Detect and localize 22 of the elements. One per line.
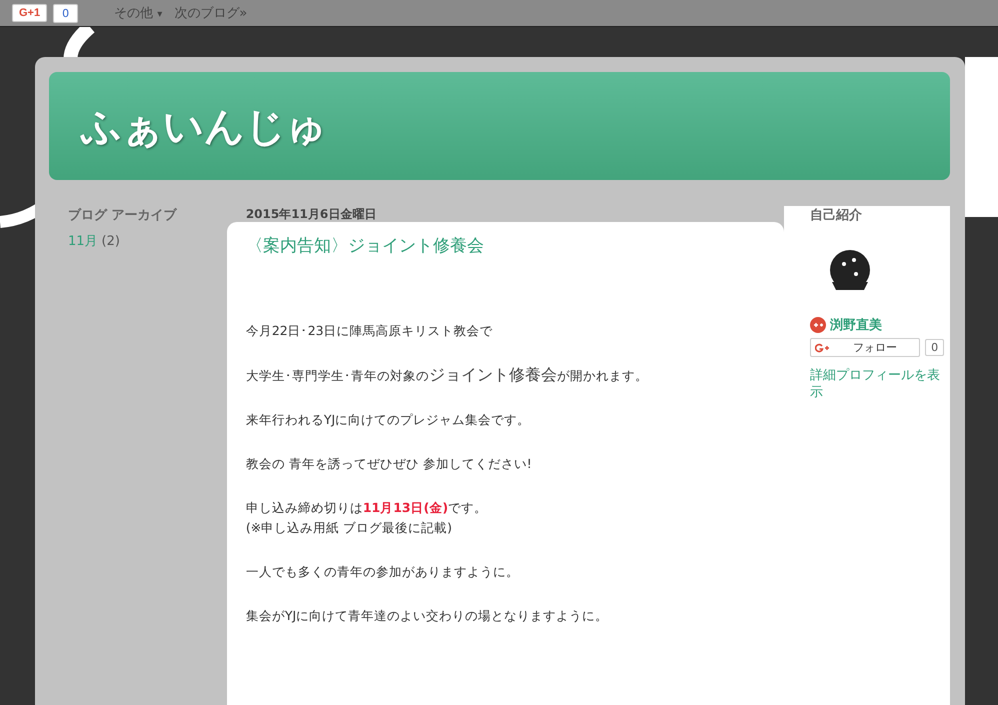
- google-plus-one-button[interactable]: G+1: [12, 4, 48, 22]
- follow-button[interactable]: フォロー: [810, 338, 920, 357]
- next-blog-link[interactable]: 次のブログ»: [174, 4, 248, 22]
- more-menu[interactable]: その他 ▾: [114, 4, 162, 22]
- post-paragraph: 教会の 青年を誘ってぜひぜひ 参加してください!: [246, 455, 533, 473]
- post-paragraph: 大学生･専門学生･青年の対象のジョイント修養会が開かれます。: [246, 365, 649, 386]
- sidebar-heading: ブログ アーカイブ: [68, 206, 178, 224]
- blog-title[interactable]: ふぁいんじゅ: [81, 98, 327, 154]
- post-title[interactable]: 〈案内告知〉ジョイント修養会: [246, 234, 764, 257]
- archive-count: (2): [102, 234, 120, 249]
- sidebar-heading: 自己紹介: [810, 207, 864, 224]
- profile-name-link[interactable]: 渕野直美: [830, 316, 882, 334]
- archive-month-link[interactable]: 11月: [68, 234, 98, 249]
- post-paragraph: 申し込み締め切りは11月13日(金)です。 (※申し込み用紙 ブログ最後に記載): [246, 499, 488, 537]
- post-paragraph: 集会がYJに向けて青年達のよい交わりの場となりますように。: [246, 607, 610, 625]
- post-paragraph: 来年行われるYJに向けてのプレジャム集会です。: [246, 411, 532, 429]
- view-profile-link[interactable]: 詳細プロフィールを表示: [810, 367, 950, 401]
- plus-one-count: 0: [53, 4, 78, 22]
- post-paragraph: 今月22日･23日に陣馬高原キリスト教会で: [246, 322, 494, 340]
- follower-count: 0: [925, 339, 944, 356]
- post-paragraph: 一人でも多くの青年の参加がありますように。: [246, 563, 520, 581]
- post-date: 2015年11月6日金曜日: [244, 206, 378, 222]
